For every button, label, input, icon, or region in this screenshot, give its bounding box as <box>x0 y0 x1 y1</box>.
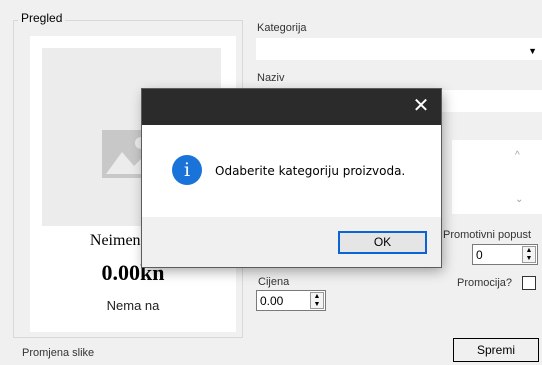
scroll-up-icon[interactable]: ^ <box>515 150 520 161</box>
promo-checkbox[interactable] <box>522 276 536 290</box>
textarea-scrollbar[interactable]: ^ ⌄ <box>511 140 528 214</box>
promo-discount-label: Promotivni popust <box>443 229 532 241</box>
info-icon: i <box>172 155 202 185</box>
save-button[interactable]: Spremi <box>453 338 539 362</box>
spin-updown-icon[interactable]: ▲ ▼ <box>310 292 324 309</box>
product-promo-preview: Nema na <box>106 298 160 313</box>
price-stepper[interactable]: 0.00 ▲ ▼ <box>256 290 326 311</box>
info-dialog: ✕ i Odaberite kategoriju proizvoda. OK <box>142 89 441 267</box>
price-label: Cijena <box>258 276 290 288</box>
preview-group-title: Pregled <box>18 11 66 25</box>
price-value: 0.00 <box>260 294 284 308</box>
category-label: Kategorija <box>257 22 307 34</box>
name-input[interactable] <box>436 90 542 112</box>
promo-discount-stepper[interactable]: 0 ▲ ▼ <box>472 244 538 265</box>
close-icon[interactable]: ✕ <box>411 96 431 116</box>
promo-discount-value: 0 <box>476 248 483 262</box>
description-textarea[interactable]: ^ ⌄ <box>452 140 542 214</box>
name-label: Naziv <box>257 72 285 84</box>
spin-updown-icon[interactable]: ▲ ▼ <box>522 246 536 263</box>
dialog-footer: OK <box>142 217 441 267</box>
category-combobox[interactable]: ▼ <box>256 38 542 60</box>
change-image-label[interactable]: Promjena slike <box>22 347 94 359</box>
dialog-body: i Odaberite kategoriju proizvoda. <box>142 125 441 217</box>
ok-button[interactable]: OK <box>338 231 427 254</box>
dialog-message: Odaberite kategoriju proizvoda. <box>215 164 406 178</box>
dialog-titlebar[interactable]: ✕ <box>142 89 441 125</box>
dropdown-arrow-icon[interactable]: ▼ <box>528 46 537 56</box>
scroll-down-icon[interactable]: ⌄ <box>515 194 523 205</box>
promo-checkbox-label: Promocija? <box>457 277 513 289</box>
